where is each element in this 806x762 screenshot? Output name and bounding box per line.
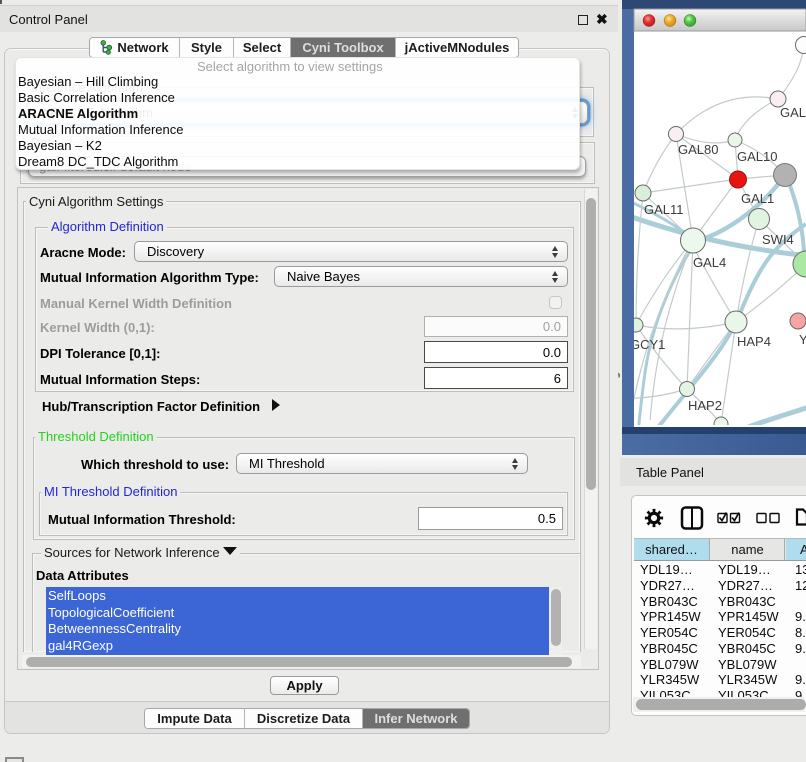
svg-text:GAL7: GAL7 [780, 105, 806, 120]
svg-text:SWI4: SWI4 [762, 232, 794, 247]
svg-text:HAP2: HAP2 [688, 398, 722, 413]
svg-text:Y: Y [799, 332, 806, 347]
svg-text:GAL80: GAL80 [678, 142, 718, 157]
svg-text:GAL4: GAL4 [693, 255, 726, 270]
svg-text:GAL1: GAL1 [741, 191, 774, 206]
svg-text:GAL10: GAL10 [737, 149, 777, 164]
svg-text:GCY1: GCY1 [630, 337, 665, 352]
svg-text:HAP4: HAP4 [737, 334, 771, 349]
svg-text:GAL11: GAL11 [644, 202, 684, 217]
